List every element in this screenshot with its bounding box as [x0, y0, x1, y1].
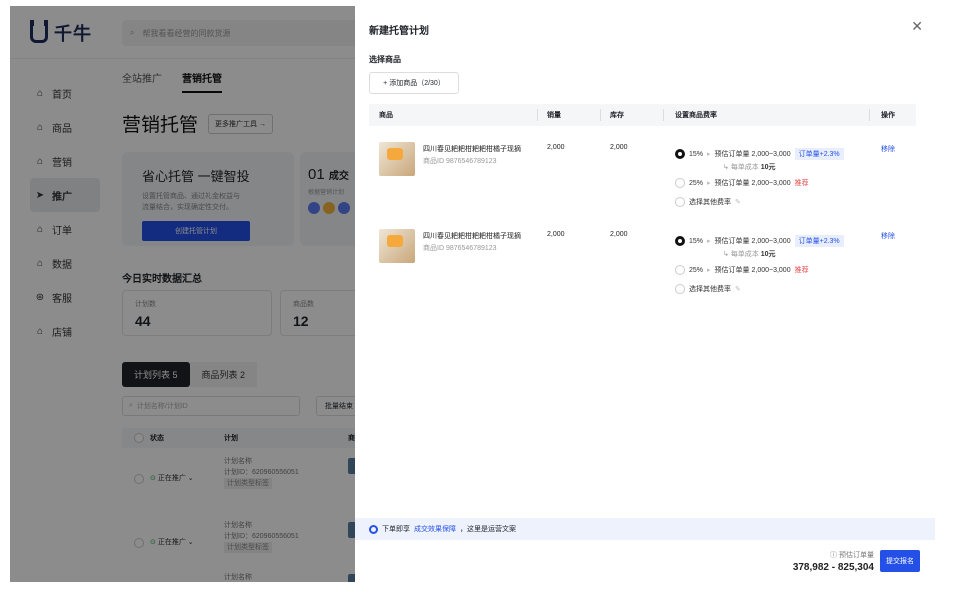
radio[interactable]: [675, 197, 685, 207]
cost-per-order: ↳ 每单成本 10元: [723, 251, 776, 258]
product-table-header: 商品 销量 库存 设置商品费率 操作: [369, 104, 916, 126]
product-sales: 2,000: [547, 144, 565, 151]
rate-option-15[interactable]: 15% ▸ 预估订单量 2,000~3,000 订单量+2.3%: [675, 148, 844, 160]
rate-option-25[interactable]: 25% ▸ 预估订单量 2,000~3,000 推荐: [675, 265, 809, 275]
modal-backdrop[interactable]: [10, 6, 355, 582]
estimate-summary: ⓘ 预估订单量 378,982 - 825,304: [770, 550, 874, 573]
col-rate: 设置商品费率: [675, 112, 717, 119]
arrow-icon: ▸: [707, 267, 711, 274]
product-image: [379, 142, 415, 176]
rate-option-other[interactable]: 选择其他费率 ✎: [675, 284, 741, 294]
app-window: 千牛 ⌕ 帮我看看经营的同款货源 ⌂ 首页 ⌂ 商品 ⌂ 营销 ➤ 推广 ⌂ 订单 ⌂ 数据…: [10, 6, 935, 582]
remove-link[interactable]: 移除: [881, 231, 895, 241]
other-rate-label: 选择其他费率: [689, 199, 731, 206]
rate-estimate: 预估订单量 2,000~3,000: [714, 238, 791, 245]
other-rate-label: 选择其他费率: [689, 286, 731, 293]
rate-estimate: 预估订单量 2,000~3,000: [714, 180, 791, 187]
remove-link[interactable]: 移除: [881, 144, 895, 154]
recommend-badge: 推荐: [794, 180, 809, 187]
product-row: 四川春见耙耙柑耙耙柑橘子现摘 商品ID 9876546789123 2,000 …: [369, 138, 916, 224]
product-row: 四川春见耙耙柑耙耙柑橘子现摘 商品ID 9876546789123 2,000 …: [369, 225, 916, 311]
product-id: 商品ID 9876546789123: [423, 158, 497, 165]
arrow-icon: ▸: [707, 151, 711, 158]
add-product-button[interactable]: + 添加商品（2/30）: [369, 72, 459, 94]
arrow-icon: ▸: [707, 180, 711, 187]
rate-option-25[interactable]: 25% ▸ 预估订单量 2,000~3,000 推荐: [675, 178, 809, 188]
product-sales: 2,000: [547, 231, 565, 238]
edit-icon[interactable]: ✎: [735, 198, 741, 206]
product-id: 商品ID 9876546789123: [423, 245, 497, 252]
rate-value: 25%: [689, 179, 704, 187]
info-icon: ⓘ: [830, 552, 838, 559]
col-action: 操作: [881, 112, 895, 119]
product-image: [379, 229, 415, 263]
radio[interactable]: [675, 178, 685, 188]
notice-text: ，这里是运营文案: [460, 526, 516, 533]
guarantee-link[interactable]: 成交效果保障: [414, 524, 456, 534]
radio-selected[interactable]: [675, 149, 685, 159]
product-name: 四川春见耙耙柑耙耙柑橘子现摘: [423, 233, 521, 240]
product-stock: 2,000: [610, 144, 628, 151]
select-products-title: 选择商品: [369, 55, 401, 64]
order-boost-badge: 订单量+2.3%: [794, 148, 844, 160]
rate-value: 25%: [689, 266, 704, 274]
notice-text: 下单即享: [382, 526, 410, 533]
rate-option-other[interactable]: 选择其他费率 ✎: [675, 197, 741, 207]
close-icon[interactable]: ✕: [911, 18, 923, 35]
rate-estimate: 预估订单量 2,000~3,000: [714, 151, 791, 158]
col-stock: 库存: [610, 112, 624, 119]
recommend-badge: 推荐: [794, 267, 809, 274]
edit-icon[interactable]: ✎: [735, 285, 741, 293]
product-name: 四川春见耙耙柑耙耙柑橘子现摘: [423, 146, 521, 153]
col-sales: 销量: [547, 112, 561, 119]
estimate-label: ⓘ 预估订单量: [830, 552, 874, 559]
order-boost-badge: 订单量+2.3%: [794, 235, 844, 247]
drawer-title: 新建托管计划: [369, 26, 429, 37]
col-product: 商品: [379, 112, 393, 119]
rate-estimate: 预估订单量 2,000~3,000: [714, 267, 791, 274]
rate-option-15[interactable]: 15% ▸ 预估订单量 2,000~3,000 订单量+2.3%: [675, 235, 844, 247]
new-plan-drawer: 新建托管计划 ✕ 选择商品 + 添加商品（2/30） 商品 销量 库存 设置商品…: [355, 6, 935, 582]
radio[interactable]: [675, 265, 685, 275]
submit-button[interactable]: 提交报名: [880, 550, 920, 572]
estimate-value: 378,982 - 825,304: [792, 562, 874, 573]
info-icon: [369, 524, 378, 534]
radio[interactable]: [675, 284, 685, 294]
radio-selected[interactable]: [675, 236, 685, 246]
cost-per-order: ↳ 每单成本 10元: [723, 164, 776, 171]
arrow-icon: ▸: [707, 238, 711, 245]
guarantee-notice: 下单即享 成交效果保障 ，这里是运营文案: [355, 518, 935, 540]
product-stock: 2,000: [610, 231, 628, 238]
rate-value: 15%: [689, 237, 704, 245]
rate-value: 15%: [689, 150, 704, 158]
